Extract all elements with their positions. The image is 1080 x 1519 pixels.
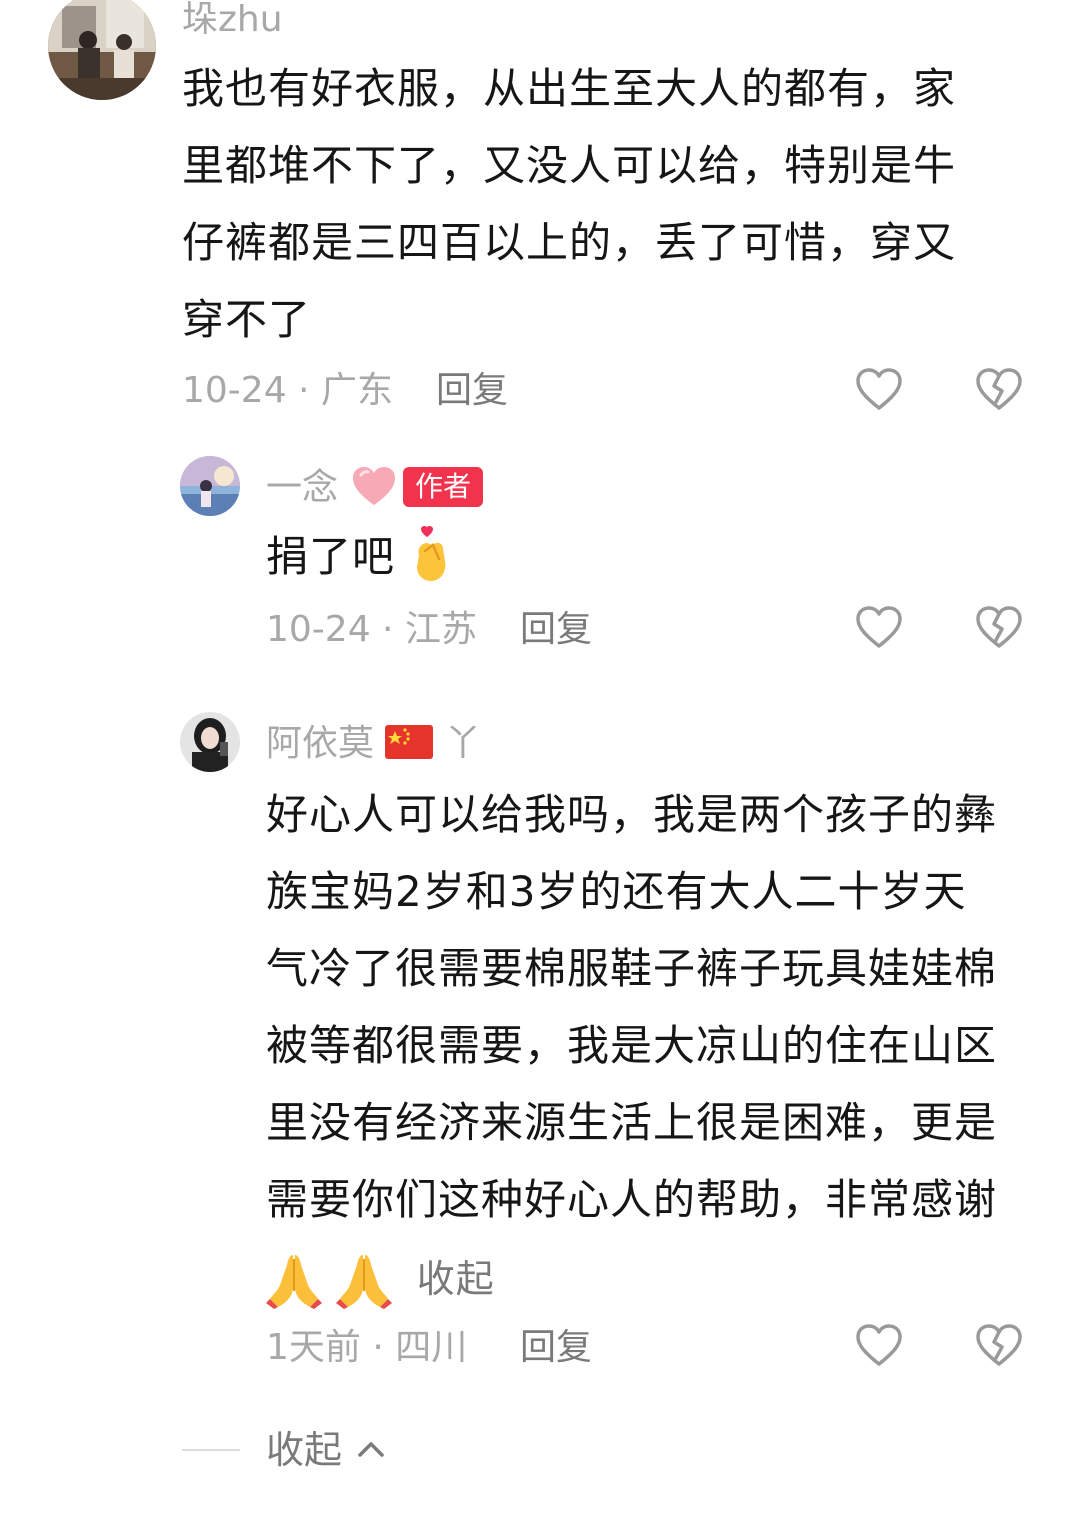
comment-text-line: 里没有经济来源生活上很是困难，更是 — [266, 1098, 998, 1147]
username-text: 阿依莫 — [266, 723, 375, 764]
heart-outline-icon — [856, 1324, 902, 1366]
like-button[interactable] — [853, 1320, 905, 1372]
comment-text-line: 被等都很需要，我是大凉山的住在山区 — [266, 1021, 998, 1070]
comment-meta: 1天前 · 四川 — [266, 1327, 468, 1368]
comment-text: 好心人可以给我吗，我是两个孩子的彝 族宝妈2岁和3岁的还有大人二十岁天 气冷了很… — [266, 776, 997, 1318]
reply-item: 阿依莫 丫 好心人可以给我吗，我是两个孩子的彝 族宝妈2岁和3岁的还有大人二十岁… — [0, 0, 1080, 1400]
username[interactable]: 阿依莫 丫 — [266, 722, 481, 766]
comment-text-line: 需要你们这种好心人的帮助，非常感谢 — [266, 1175, 998, 1224]
divider — [182, 1449, 240, 1451]
collapse-replies-label: 收起 — [266, 1428, 343, 1472]
folded-hands-emoji-icon — [266, 1254, 322, 1309]
dislike-button[interactable] — [973, 1320, 1025, 1372]
comment-text-line: 族宝妈2岁和3岁的还有大人二十岁天 — [266, 867, 967, 916]
collapse-text-button[interactable]: 收起 — [417, 1257, 495, 1301]
chevron-up-icon — [358, 1441, 384, 1457]
broken-heart-icon — [976, 1324, 1022, 1366]
reply-button[interactable]: 回复 — [520, 1326, 592, 1370]
china-flag-emoji-icon — [385, 725, 434, 759]
collapse-replies-button[interactable]: 收起 — [266, 1428, 388, 1472]
username-suffix: 丫 — [444, 723, 481, 764]
comment-text-line: 气冷了很需要棉服鞋子裤子玩具娃娃棉 — [266, 944, 998, 993]
comment-text-line: 收起 — [266, 1238, 997, 1318]
avatar[interactable] — [180, 712, 240, 772]
avatar-photo-icon — [180, 712, 240, 772]
folded-hands-emoji-icon — [336, 1254, 393, 1309]
comment-text-line: 好心人可以给我吗，我是两个孩子的彝 — [266, 790, 998, 839]
